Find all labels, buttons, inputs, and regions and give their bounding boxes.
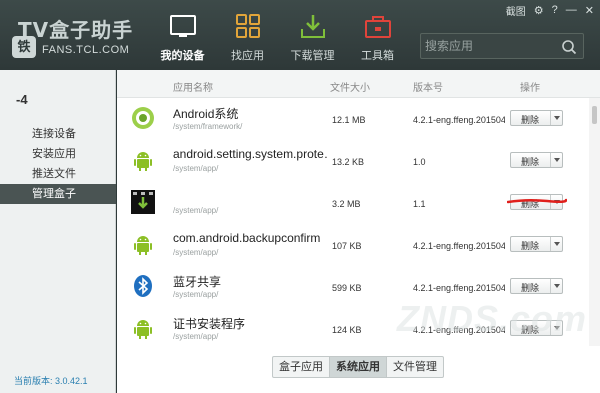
download-icon xyxy=(300,15,325,38)
delete-label: 删除 xyxy=(521,241,540,251)
screenshot-button[interactable]: 截图 xyxy=(506,3,526,18)
logo-badge-icon: 铁 xyxy=(12,36,36,58)
nav-label: 下载管理 xyxy=(290,50,335,62)
nav-my-device[interactable]: 我的设备 xyxy=(150,0,215,70)
app-path: /system/app/ xyxy=(173,206,219,215)
app-version: 4.2.1-eng.ffeng.20150417 xyxy=(413,241,505,251)
nav-label: 我的设备 xyxy=(160,50,205,62)
delete-button[interactable]: 删除 xyxy=(510,236,563,252)
tab-box-apps[interactable]: 盒子应用 xyxy=(273,357,330,377)
grid-icon xyxy=(235,14,260,38)
chevron-down-icon[interactable] xyxy=(550,279,562,293)
app-size: 12.1 MB xyxy=(332,115,366,125)
main-nav: 我的设备 找应用 下载管理 工具箱 xyxy=(150,0,410,70)
app-size: 107 KB xyxy=(332,241,362,251)
gear-icon[interactable]: ⚙ xyxy=(534,4,544,17)
delete-label: 删除 xyxy=(521,157,540,167)
app-path: /system/app/ xyxy=(173,248,219,257)
app-version: 1.1 xyxy=(413,199,426,209)
scrollbar-thumb[interactable] xyxy=(592,106,597,124)
delete-button[interactable]: 删除 xyxy=(510,278,563,294)
help-icon[interactable]: ? xyxy=(552,4,558,16)
search-input[interactable] xyxy=(425,36,555,56)
column-header-size: 文件大小 xyxy=(330,83,370,94)
android-robot-icon xyxy=(134,152,152,171)
sidebar-item-push-file[interactable]: 推送文件 xyxy=(0,164,116,184)
app-name: com.android.backupconfirm xyxy=(173,231,321,245)
sidebar: -4 连接设备 安装应用 推送文件 管理盒子 当前版本: 3.0.42.1 xyxy=(0,70,116,393)
app-name: 蓝牙共享 xyxy=(173,275,222,289)
delete-label: 删除 xyxy=(521,115,540,125)
column-header-name: 应用名称 xyxy=(173,83,213,94)
app-name: android.setting.system.prote… xyxy=(173,147,328,161)
app-path: /system/app/ xyxy=(173,332,219,341)
sidebar-item-manage-box[interactable]: 管理盒子 xyxy=(0,184,116,204)
device-count: -4 xyxy=(16,92,28,107)
app-version: 4.2.1-eng.ffeng.20150417 xyxy=(413,283,505,293)
window-controls: 截图 ⚙ ? — ✕ xyxy=(506,2,594,18)
app-path: /system/app/ xyxy=(173,290,219,299)
app-header: TV盒子助手 铁 FANS.TCL.COM 我的设备 找应用 下载管理 工具箱 … xyxy=(0,0,600,70)
sidebar-item-install-app[interactable]: 安装应用 xyxy=(0,144,116,164)
sidebar-item-connect-device[interactable]: 连接设备 xyxy=(0,124,116,144)
nav-toolbox[interactable]: 工具箱 xyxy=(345,0,410,70)
video-download-icon xyxy=(131,190,155,214)
android-system-icon xyxy=(132,107,154,129)
nav-find-apps[interactable]: 找应用 xyxy=(215,0,280,70)
bottom-tab-bar: 盒子应用 系统应用 文件管理 xyxy=(272,356,444,378)
version-text: 当前版本: 3.0.42.1 xyxy=(14,376,88,386)
watermark: ZNDS.com xyxy=(397,298,587,340)
monitor-icon xyxy=(169,15,196,37)
android-robot-icon xyxy=(134,236,152,255)
delete-label: 删除 xyxy=(521,283,540,293)
table-row[interactable]: android.setting.system.prote… /system/ap… xyxy=(117,140,589,182)
app-path: /system/app/ xyxy=(173,164,219,173)
app-name: 证书安装程序 xyxy=(173,317,246,331)
chevron-down-icon[interactable] xyxy=(550,111,562,125)
delete-button[interactable]: 删除 xyxy=(510,152,563,168)
app-size: 124 KB xyxy=(332,325,362,335)
app-name: Android系统 xyxy=(173,107,239,121)
red-underline-annotation xyxy=(507,198,567,204)
close-button[interactable]: ✕ xyxy=(585,4,594,17)
chevron-down-icon[interactable] xyxy=(550,153,562,167)
column-header-version: 版本号 xyxy=(413,83,443,94)
app-version: 4.2.1-eng.ffeng.20150417 xyxy=(413,115,505,125)
app-list-panel: 应用名称 文件大小 版本号 操作 Android系统 /system/frame… xyxy=(117,70,600,393)
bluetooth-icon xyxy=(134,275,152,297)
table-row[interactable]: Android系统 /system/framework/ 12.1 MB 4.2… xyxy=(117,98,589,140)
tab-system-apps[interactable]: 系统应用 xyxy=(330,357,387,377)
watermark-text: ZNDS.com xyxy=(397,298,588,339)
logo-site: FANS.TCL.COM xyxy=(42,44,130,56)
app-path: /system/framework/ xyxy=(173,122,243,131)
app-version: 1.0 xyxy=(413,157,426,167)
android-robot-icon xyxy=(134,320,152,339)
app-logo: TV盒子助手 铁 FANS.TCL.COM xyxy=(8,6,138,62)
scrollbar[interactable] xyxy=(589,98,600,346)
tab-file-manager[interactable]: 文件管理 xyxy=(387,357,443,377)
app-size: 599 KB xyxy=(332,283,362,293)
app-size: 3.2 MB xyxy=(332,199,361,209)
toolbox-icon xyxy=(364,16,391,38)
search-icon[interactable] xyxy=(561,39,577,55)
app-size: 13.2 KB xyxy=(332,157,365,167)
minimize-button[interactable]: — xyxy=(566,4,577,16)
column-header-action: 操作 xyxy=(520,83,540,94)
table-header: 应用名称 文件大小 版本号 操作 xyxy=(117,70,600,98)
table-row[interactable]: com.android.backupconfirm /system/app/ 1… xyxy=(117,224,589,266)
nav-label: 找应用 xyxy=(231,50,264,62)
nav-label: 工具箱 xyxy=(361,50,394,62)
chevron-down-icon[interactable] xyxy=(550,237,562,251)
delete-button[interactable]: 删除 xyxy=(510,110,563,126)
nav-download-manager[interactable]: 下载管理 xyxy=(280,0,345,70)
search-box xyxy=(420,33,584,59)
